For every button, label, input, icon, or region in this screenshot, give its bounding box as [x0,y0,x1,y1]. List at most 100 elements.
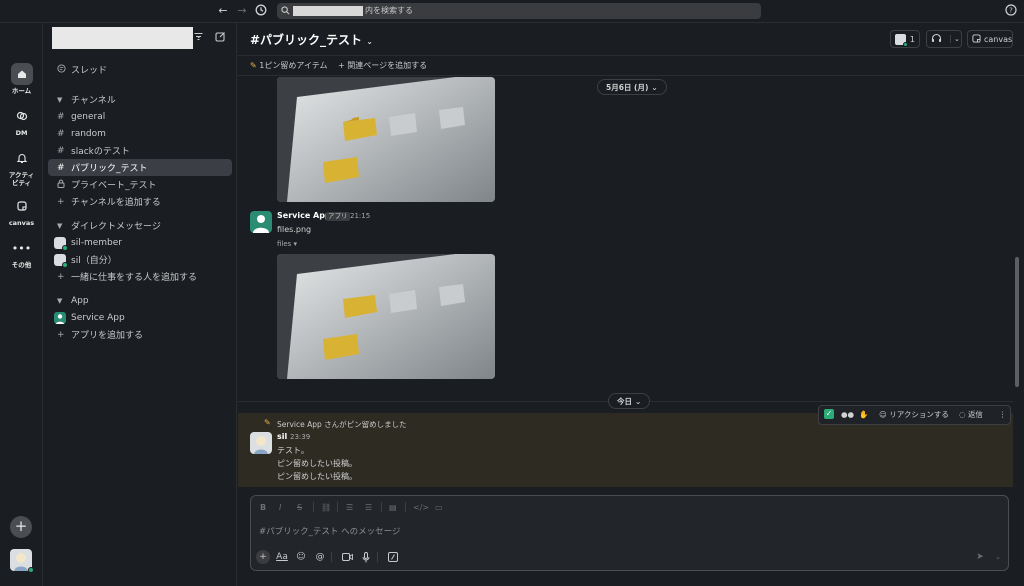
back-arrow-icon[interactable]: ← [216,4,230,18]
chevron-down-icon[interactable]: ⌄ [991,550,1005,564]
members-button[interactable]: 1 [890,30,920,48]
mention-icon[interactable]: @ [313,550,327,564]
bold-icon[interactable]: B [260,503,266,512]
online-status-dot [62,244,68,251]
emoji-icon[interactable]: ☺ [294,550,308,564]
reply-label: 返信 [967,410,983,419]
more-actions-icon[interactable]: ⋮ [999,409,1007,421]
member-count: 1 [909,34,915,44]
sidebar-item-channel[interactable]: # general [48,108,232,125]
code-block-icon[interactable]: ▭ [435,503,443,512]
canvas-button[interactable]: canvas [967,30,1013,48]
formatting-toggle-button[interactable]: Aa [274,550,290,564]
canvas-icon [972,33,981,45]
microphone-icon[interactable] [359,550,373,564]
canvas-label: canvas [984,34,1013,44]
search-bar[interactable]: 内を検索する [277,3,761,19]
user-avatar[interactable] [10,549,34,573]
image-attachment[interactable] [277,254,495,379]
avatar[interactable] [250,432,272,454]
files-toggle-label: files [277,240,292,248]
send-icon[interactable]: ➤ [973,550,987,564]
sidebar-item-label: Service App [71,312,125,323]
plus-icon[interactable]: + [256,550,270,564]
plus-icon: + [57,196,65,207]
sidebar-item-dm[interactable]: sil-member [48,234,232,251]
eyes-reaction-icon[interactable]: ●● [841,409,854,421]
add-reaction-button[interactable]: ☺ リアクションする [879,409,949,421]
canvas-icon [11,195,33,217]
help-icon[interactable]: ? [1004,4,1018,18]
blockquote-icon[interactable]: ▤ [389,503,397,512]
bulleted-list-icon[interactable]: ☰ [346,503,353,512]
date-divider-pill[interactable]: 今日 ⌄ [608,393,651,409]
sidebar-item-dm[interactable]: sil（自分） [48,251,232,268]
italic-icon[interactable]: I [279,503,281,512]
rail-more[interactable]: ••• その他 [0,237,43,270]
link-icon[interactable]: ⛓ [321,503,331,512]
sidebar-item-app[interactable]: Service App [48,309,232,326]
add-channel-button[interactable]: + チャンネルを追加する [48,193,232,210]
message-sender[interactable]: sil [277,432,287,441]
rail-dm-label: DM [15,129,28,137]
forward-arrow-icon[interactable]: → [235,4,249,18]
sidebar-item-private-channel[interactable]: プライベート_テスト [48,176,232,193]
date-divider-pill[interactable]: 5月6日 (月) ⌄ [597,79,667,95]
toolbar-divider [313,502,314,512]
huddle-button[interactable]: ⌄ [926,30,962,48]
section-apps[interactable]: ▼ App [48,292,232,309]
check-reaction-icon[interactable]: ✓ [824,409,834,419]
compose-icon[interactable] [215,31,229,45]
reply-button[interactable]: ◌ 返信 [959,409,983,421]
sidebar-item-channel[interactable]: # random [48,125,232,142]
lock-icon [57,179,71,191]
message-list: 5月6日 (月) ⌄ Service App アプリ 21:15 files.p… [238,77,1024,491]
sidebar: ⌄ スレッド ▼ チャンネル # general # random # slac… [43,23,237,586]
rail-dm[interactable]: DM [0,105,43,137]
add-app-button[interactable]: + アプリを追加する [48,326,232,343]
sidebar-item-channel-active[interactable]: # パブリック_テスト [48,159,232,176]
caret-down-icon: ▼ [57,221,63,230]
rail-canvas[interactable]: canvas [0,195,43,227]
section-channels[interactable]: ▼ チャンネル [48,91,232,108]
channel-title[interactable]: #パブリック_テスト ⌄ [250,31,373,48]
pinned-items-button[interactable]: ✎ 1ピン留めアイテム [250,60,328,71]
message-sender[interactable]: Service App [277,211,331,220]
sidebar-item-channel[interactable]: # slackのテスト [48,142,232,159]
workspace-name-redaction[interactable] [52,27,193,49]
section-label: App [71,295,89,306]
pin-icon: ✎ [250,61,257,70]
app-rail: ホーム DM アクティビティ canvas ••• その他 + [0,23,43,586]
numbered-list-icon[interactable]: ☰ [365,503,372,512]
caret-down-icon: ▾ [293,240,298,248]
toolbar-divider [405,502,406,512]
message-timestamp[interactable]: 21:15 [350,212,370,220]
image-attachment[interactable] [277,77,495,202]
add-workspace-icon[interactable]: + [10,516,32,538]
message-line: ピン留めしたい投稿。 [277,459,357,468]
sidebar-item-threads[interactable]: スレッド [48,61,232,78]
history-icon[interactable] [254,4,268,18]
files-toggle[interactable]: files ▾ [277,240,297,248]
message-timestamp[interactable]: 23:39 [290,433,310,441]
section-direct-messages[interactable]: ▼ ダイレクトメッセージ [48,217,232,234]
code-icon[interactable]: </> [413,503,429,512]
avatar [54,236,68,251]
add-page-button[interactable]: + 関連ページを追加する [338,60,427,71]
sidebar-item-label: slackのテスト [71,147,130,157]
rail-home[interactable]: ホーム [0,63,43,95]
avatar [895,33,908,47]
video-icon[interactable] [340,550,354,564]
message-input[interactable] [259,524,959,540]
message-line: テスト。 [277,446,309,455]
scrollbar[interactable] [1015,257,1019,387]
message-composer: B I S ⛓ ☰ ☰ ▤ </> ▭ + Aa ☺ @ ➤ ⌄ [250,495,1009,571]
rail-activity[interactable]: アクティビティ [0,147,43,187]
toolbar-divider [377,552,378,562]
strikethrough-icon[interactable]: S [297,503,302,512]
slash-command-icon[interactable] [386,550,400,564]
add-people-button[interactable]: + 一緒に仕事をする人を追加する [48,268,232,285]
filter-icon[interactable] [193,31,207,45]
raised-hands-reaction-icon[interactable]: ✋ [859,409,868,421]
avatar[interactable] [250,211,272,233]
